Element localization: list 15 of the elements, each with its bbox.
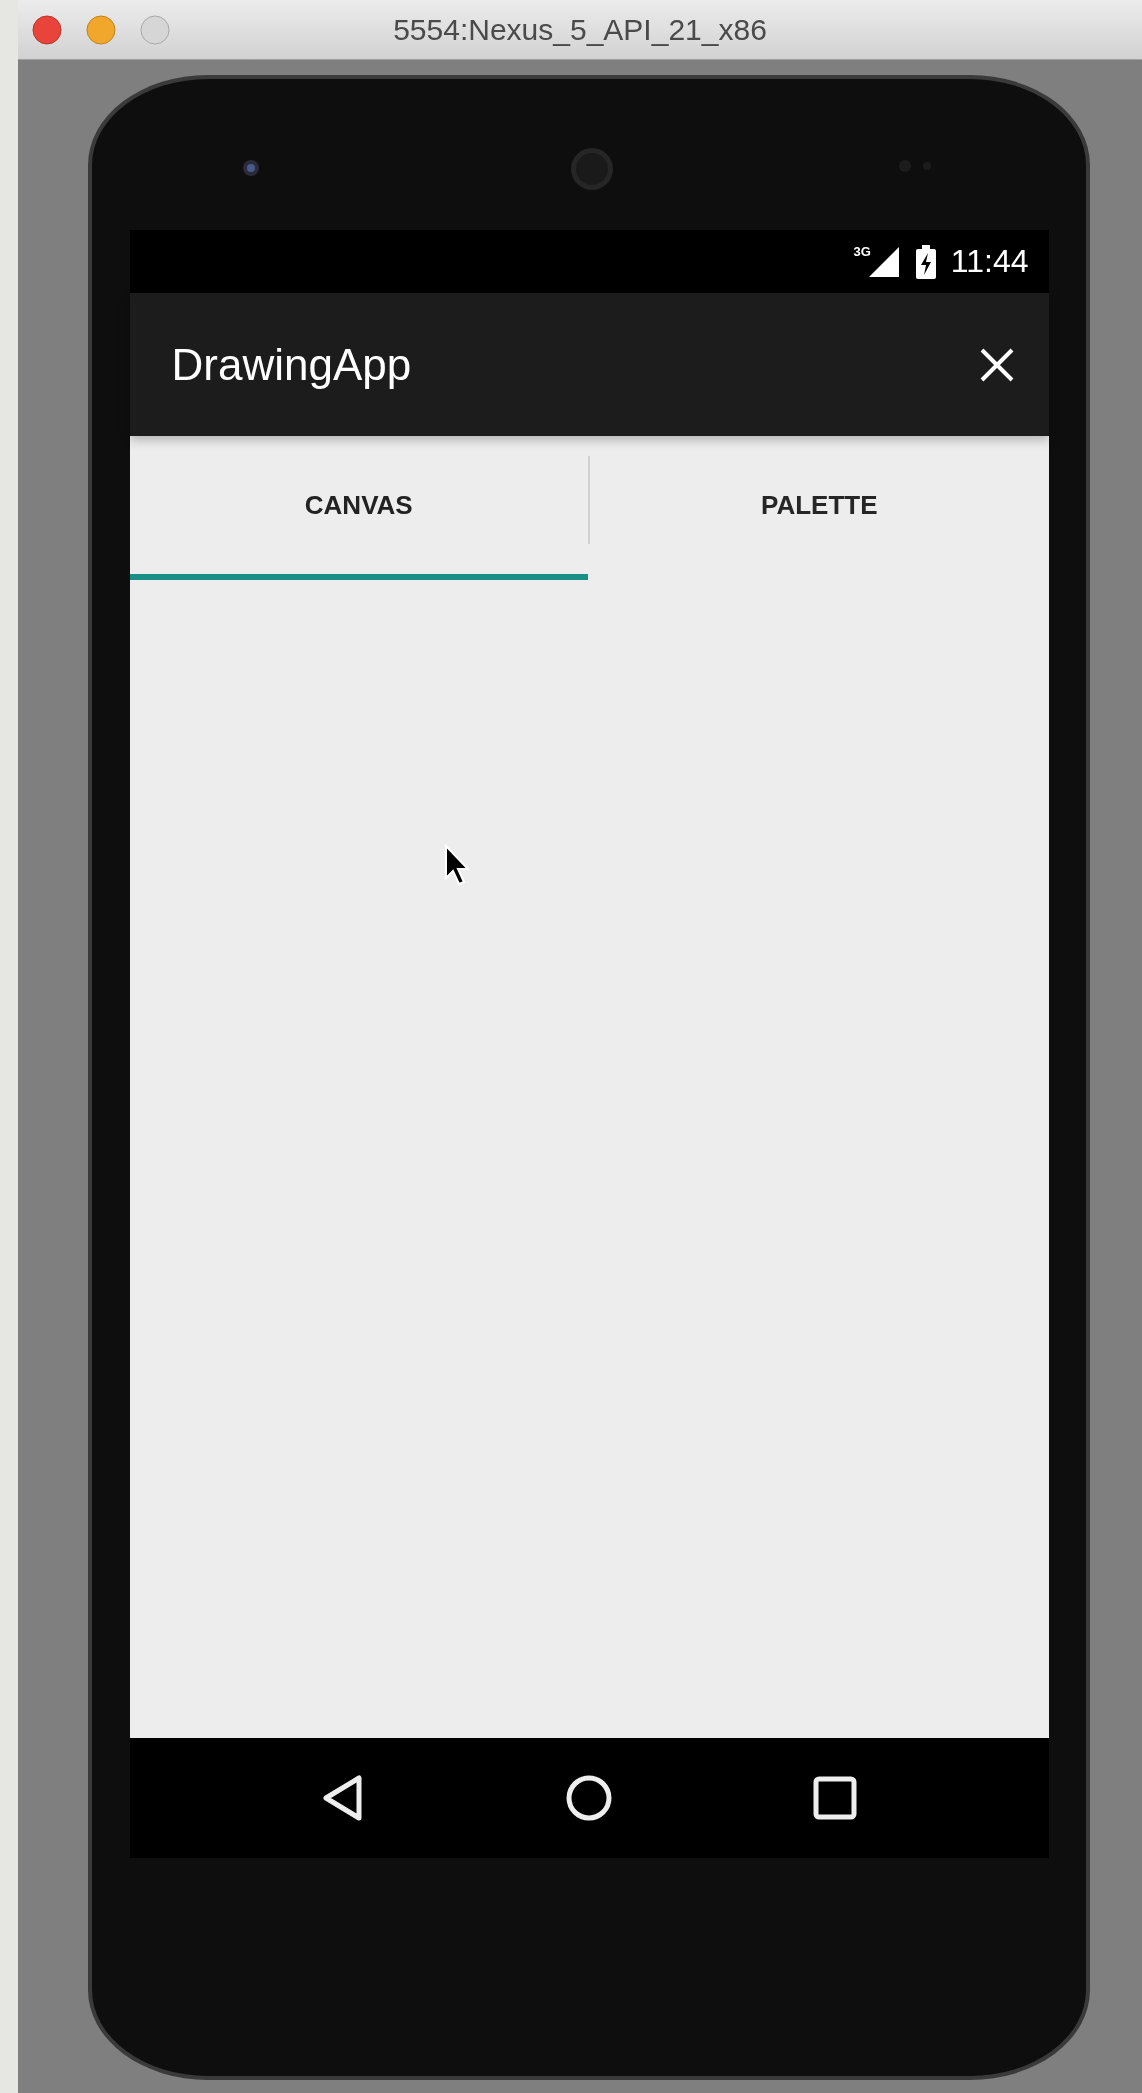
recents-button[interactable]	[813, 1776, 857, 1820]
app-title: DrawingApp	[171, 339, 412, 390]
battery-icon	[914, 244, 937, 279]
back-button[interactable]	[321, 1774, 365, 1822]
speaker-grille-icon	[570, 147, 614, 191]
home-button[interactable]	[565, 1774, 613, 1822]
network-label: 3G	[853, 244, 871, 258]
camera-icon	[242, 159, 260, 177]
tab[interactable]: CANVAS	[129, 436, 588, 580]
cursor-icon	[443, 844, 470, 886]
window-title: 5554:Nexus_5_API_21_x86	[393, 12, 767, 46]
clock-text: 11:44	[950, 243, 1029, 280]
close-button[interactable]	[978, 346, 1015, 383]
tab[interactable]: PALETTE	[590, 436, 1049, 580]
close-window-button[interactable]	[32, 14, 62, 45]
